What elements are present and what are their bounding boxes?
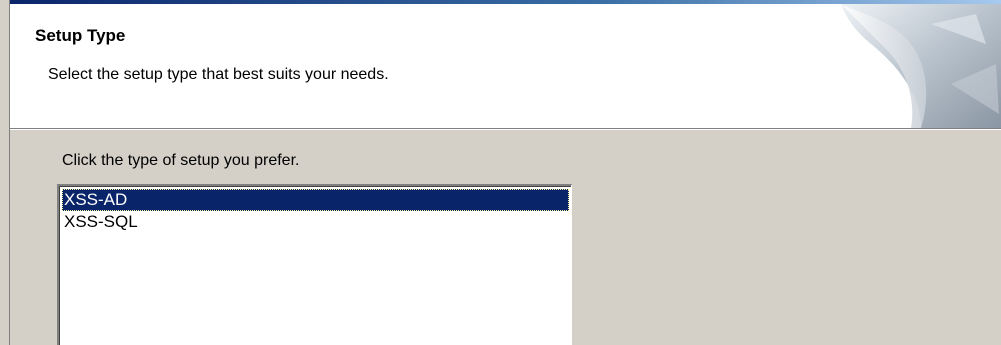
- setup-type-listbox[interactable]: XSS-AD XSS-SQL: [57, 184, 572, 345]
- wizard-header: Setup Type Select the setup type that be…: [10, 4, 1001, 129]
- list-item-xss-ad[interactable]: XSS-AD: [62, 189, 569, 211]
- header-separator: [10, 129, 1001, 130]
- setup-prompt-label: Click the type of setup you prefer.: [62, 152, 300, 169]
- list-item-xss-sql[interactable]: XSS-SQL: [62, 211, 569, 233]
- window-left-edge: [0, 0, 10, 345]
- page-title: Setup Type: [35, 26, 126, 45]
- page-curl-graphic: [841, 4, 1001, 128]
- setup-wizard-window: Setup Type Select the setup type that be…: [0, 0, 1001, 345]
- page-subtitle: Select the setup type that best suits yo…: [48, 66, 389, 83]
